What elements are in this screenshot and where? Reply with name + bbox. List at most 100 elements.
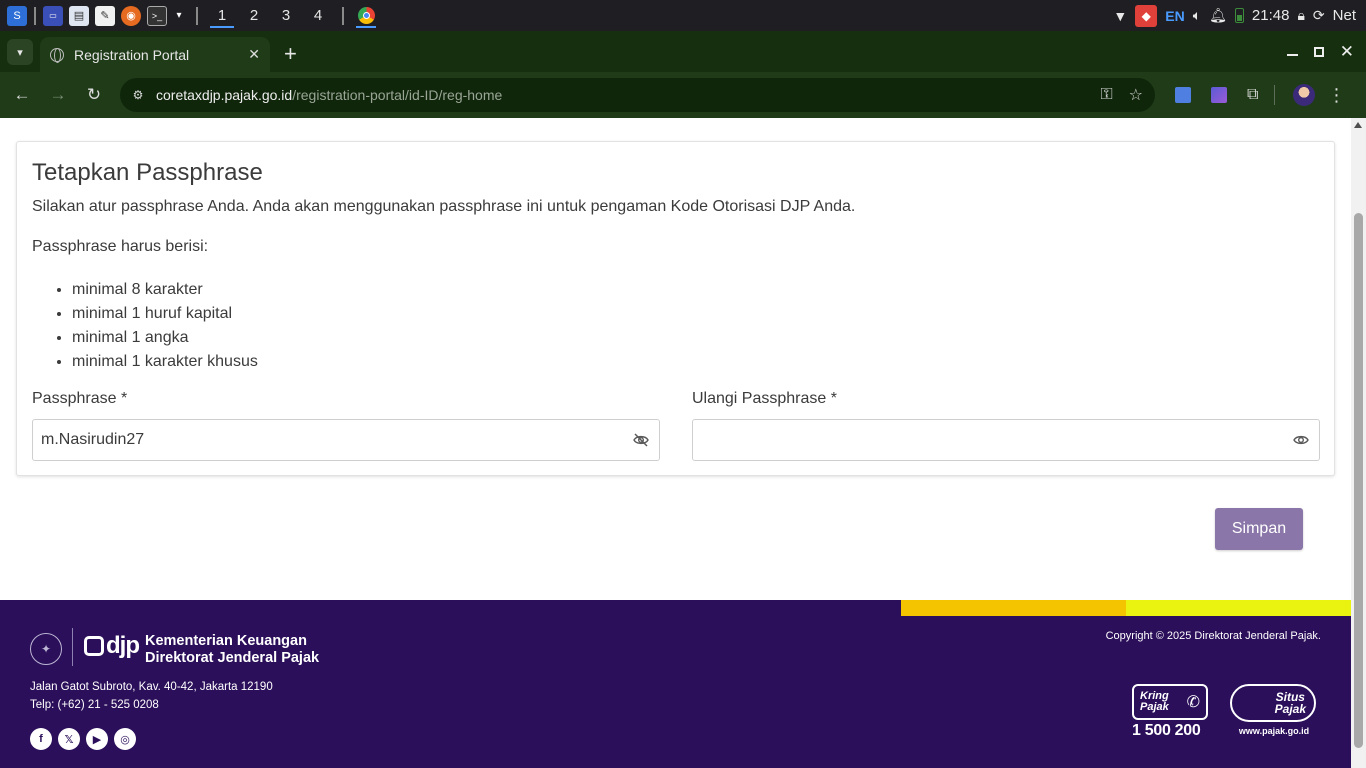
volume-icon[interactable]: 🔈︎ [1193,7,1201,24]
instagram-icon[interactable]: ◎ [114,728,136,750]
djp-logo-text: djp [106,632,140,659]
tab-registration-portal[interactable]: Registration Portal ✕ [40,37,270,72]
toolbar-separator [1274,85,1276,105]
scroll-up-arrow-icon[interactable] [1354,122,1362,128]
wifi-icon[interactable]: ▼ [1113,8,1127,24]
close-window-icon[interactable]: ✕ [1340,42,1354,62]
minimize-icon[interactable] [1286,53,1298,56]
kring-pajak-number: 1 500 200 [1132,722,1201,739]
address-bar-actions: ⚿ ☆ [1100,78,1143,112]
x-icon[interactable]: 𝕏 [58,728,80,750]
kring-pajak-logo[interactable]: Kring Pajak ✆ 1 500 200 [1132,684,1212,740]
forward-button[interactable]: → [40,77,76,113]
form-description: Silakan atur passphrase Anda. Anda akan … [32,198,856,215]
confirm-passphrase-input[interactable] [693,420,1289,460]
browser-menu-icon[interactable]: ⋮ [1327,85,1345,106]
tab-search-chevron-icon[interactable]: ▾ [7,39,33,65]
djp-logo-box [84,636,104,656]
system-tray: ▼ ◆ EN 🔈︎ 🔔︎ 21:48 🔒︎ ⟳ Net [1113,0,1366,31]
url-text[interactable]: coretaxdjp.pajak.go.id/registration-port… [156,87,502,103]
terminal-icon[interactable]: >_ [147,5,167,26]
taskbar-separator [34,6,36,25]
situs-pajak-badge: Situs Pajak [1230,684,1316,722]
extensions-area: ⧉ ⋮ [1165,72,1345,118]
workspace-1[interactable]: 1 [206,0,238,31]
org-line-2: Direktorat Jenderal Pajak [145,650,320,666]
eye-off-icon[interactable] [629,428,653,452]
social-links: f 𝕏 ▶ ◎ [30,728,136,750]
keyboard-language[interactable]: EN [1165,8,1184,24]
requirement-item: minimal 1 karakter khusus [72,350,258,374]
footer-stripe-yellow [1126,600,1351,616]
desktop-icon[interactable]: ▭ [43,5,63,26]
battery-icon[interactable] [1234,8,1244,23]
eye-off-svg [633,433,649,447]
back-button[interactable]: ← [4,77,40,113]
organization-name: Kementerian Keuangan Direktorat Jenderal… [145,633,319,667]
workspace-4[interactable]: 4 [302,0,334,31]
djp-logo: djp [84,632,140,659]
save-button[interactable]: Simpan [1215,508,1303,550]
kring-pajak-text: Kring Pajak [1140,691,1169,713]
requirement-item: minimal 1 angka [72,326,258,350]
workspace-3[interactable]: 3 [270,0,302,31]
workspace-2[interactable]: 2 [238,0,270,31]
eye-svg [1293,435,1309,445]
situs-pajak-logo[interactable]: Situs Pajak www.pajak.go.id [1230,684,1318,736]
extension-docs-icon[interactable] [1175,87,1191,103]
launcher-dropdown-icon[interactable]: ▾ [173,6,185,26]
reload-button[interactable]: ↻ [76,77,112,113]
site-info-icon[interactable]: ⚙ [130,87,146,103]
password-key-icon[interactable]: ⚿ [1100,86,1112,104]
page-title: Tetapkan Passphrase [32,159,263,186]
scroll-thumb[interactable] [1354,213,1363,748]
site-footer: ✦ djp Kementerian Keuangan Direktorat Je… [0,600,1351,768]
extension-analytics-icon[interactable] [1211,87,1227,103]
network-refresh-icon[interactable]: ⟳ [1313,7,1325,24]
globe-icon [50,47,64,63]
taskbar-launchers: S ▭ ▤ ✎ ◉ >_ ▾ 1 2 3 4 [0,0,380,31]
facebook-icon[interactable]: f [30,728,52,750]
notification-bell-icon[interactable]: 🔔︎ [1209,7,1227,24]
bookmark-star-icon[interactable]: ☆ [1129,85,1143,105]
chrome-window-button[interactable] [352,0,380,31]
url-path: /registration-portal/id-ID/reg-home [292,87,503,103]
confirm-passphrase-field [692,419,1320,461]
phone-text: Telp: (+62) 21 - 525 0208 [30,699,159,711]
passphrase-card: Tetapkan Passphrase Silakan atur passphr… [16,141,1335,476]
requirements-intro: Passphrase harus berisi: [32,238,209,255]
address-bar[interactable]: ⚙ coretaxdjp.pajak.go.id/registration-po… [120,78,1155,112]
chrome-icon [357,7,375,24]
youtube-icon[interactable]: ▶ [86,728,108,750]
network-label[interactable]: Net [1333,7,1356,24]
footer-stripe-gold [901,600,1126,616]
close-tab-icon[interactable]: ✕ [248,46,260,63]
anydesk-icon[interactable]: ◆ [1135,4,1158,27]
kring-pajak-badge: Kring Pajak ✆ [1132,684,1208,720]
kemenkeu-emblem-icon: ✦ [30,633,62,665]
url-domain: coretaxdjp.pajak.go.id [156,87,293,103]
taskbar-separator [196,6,198,25]
requirement-item: minimal 1 huruf kapital [72,302,258,326]
app-menu-icon[interactable]: S [7,5,27,26]
text-editor-icon[interactable]: ✎ [95,5,115,26]
firefox-icon[interactable]: ◉ [121,5,141,26]
passphrase-label: Passphrase * [32,390,128,407]
restore-icon[interactable] [1313,46,1324,57]
page-scrollbar[interactable] [1351,118,1366,768]
clock[interactable]: 21:48 [1252,7,1290,24]
confirm-passphrase-label: Ulangi Passphrase * [692,390,837,407]
logo-divider [72,628,73,666]
profile-avatar[interactable] [1293,84,1316,106]
situs-line-2: Pajak [1274,702,1306,716]
files-icon[interactable]: ▤ [69,5,89,26]
browser-toolbar: ← → ↻ ⚙ coretaxdjp.pajak.go.id/registrat… [0,72,1366,118]
os-taskbar: S ▭ ▤ ✎ ◉ >_ ▾ 1 2 3 4 ▼ ◆ EN 🔈︎ 🔔︎ 21:4… [0,0,1366,31]
org-line-1: Kementerian Keuangan [145,633,307,649]
lock-icon[interactable]: 🔒︎ [1297,7,1304,24]
passphrase-input[interactable] [33,420,629,460]
kring-line-2: Pajak [1140,701,1169,713]
extensions-puzzle-icon[interactable]: ⧉ [1247,86,1258,104]
new-tab-button[interactable]: + [284,43,297,65]
eye-icon[interactable] [1289,428,1313,452]
